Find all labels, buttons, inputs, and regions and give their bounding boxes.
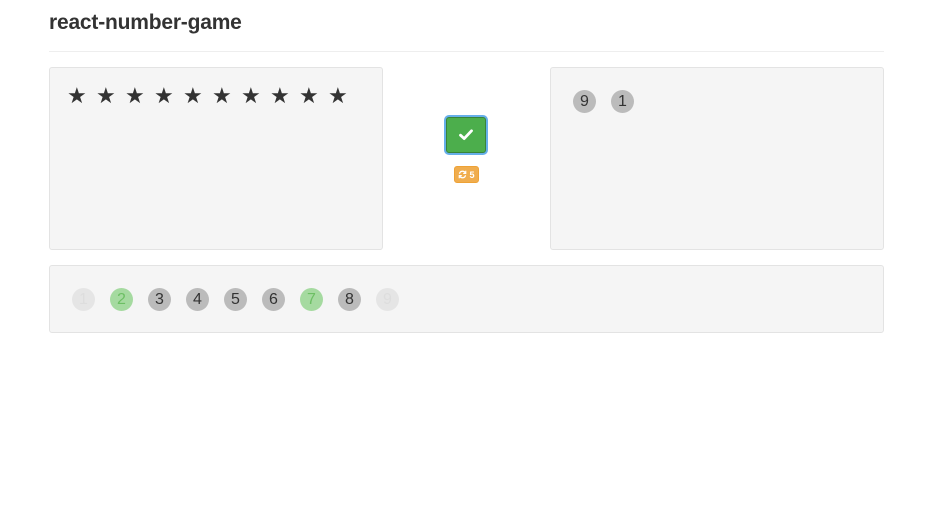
star-icon: ★: [183, 83, 203, 108]
number-choice-1: 1: [72, 288, 95, 311]
star-icon: ★: [67, 83, 87, 108]
number-choice-6[interactable]: 6: [262, 288, 285, 311]
refresh-icon: [459, 170, 467, 179]
check-icon: [459, 129, 473, 140]
stars-frame: ★ ★ ★ ★ ★ ★ ★ ★ ★ ★: [49, 67, 383, 250]
star-icon: ★: [154, 83, 174, 108]
number-choice-9: 9: [376, 288, 399, 311]
star-icon: ★: [328, 83, 348, 108]
app-container: react-number-game ★ ★ ★ ★ ★ ★ ★ ★ ★ ★ 5 91 123456…: [0, 0, 930, 505]
number-choice-3[interactable]: 3: [148, 288, 171, 311]
title-divider: [49, 51, 884, 52]
number-choice-8[interactable]: 8: [338, 288, 361, 311]
selected-number[interactable]: 9: [573, 90, 596, 113]
number-choice-7[interactable]: 7: [300, 288, 323, 311]
check-answer-button[interactable]: [446, 117, 486, 153]
numbers-frame: 123456789: [49, 265, 884, 333]
redraw-count: 5: [469, 169, 475, 180]
answer-frame: 91: [550, 67, 884, 250]
star-icon: ★: [125, 83, 145, 108]
selected-number[interactable]: 1: [611, 90, 634, 113]
star-icon: ★: [212, 83, 232, 108]
star-icon: ★: [270, 83, 290, 108]
number-choice-2[interactable]: 2: [110, 288, 133, 311]
page-title: react-number-game: [49, 11, 242, 34]
star-icon: ★: [96, 83, 116, 108]
star-icon: ★: [299, 83, 319, 108]
selected-number-list: 91: [551, 68, 883, 249]
redraw-button[interactable]: 5: [454, 166, 479, 183]
number-list: 123456789: [50, 266, 883, 332]
number-choice-5[interactable]: 5: [224, 288, 247, 311]
number-choice-4[interactable]: 4: [186, 288, 209, 311]
star-icon: ★: [241, 83, 261, 108]
star-list: ★ ★ ★ ★ ★ ★ ★ ★ ★ ★: [67, 83, 357, 109]
